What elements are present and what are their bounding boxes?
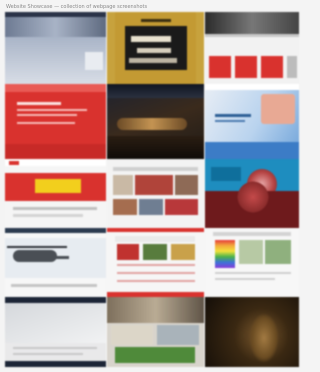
- thumbnail-dark-landscape-site[interactable]: [107, 84, 204, 159]
- thumbnail-grid: [5, 12, 299, 369]
- thumbnail-red-news-site[interactable]: [107, 228, 204, 297]
- thumbnail-sculpture-photo-site[interactable]: [205, 297, 299, 367]
- thumbnail-city-hero-site[interactable]: [5, 12, 106, 84]
- page-caption: Website Showcase — collection of webpage…: [6, 4, 148, 10]
- thumbnail-red-landing-site[interactable]: [5, 84, 106, 159]
- thumbnail-blue-product-site[interactable]: [205, 84, 299, 159]
- thumbnail-black-gold-brand-site[interactable]: [107, 12, 204, 84]
- thumbnail-collage-blog-site[interactable]: [107, 297, 204, 367]
- thumbnail-red-cards-grid-site[interactable]: [205, 12, 299, 84]
- thumbnail-rainbow-flag-site[interactable]: [205, 228, 299, 297]
- thumbnail-yellow-banner-site[interactable]: [5, 159, 106, 228]
- thumbnail-virus-banner-site[interactable]: [205, 159, 299, 228]
- thumbnail-desk-hero-site[interactable]: [5, 297, 106, 367]
- thumbnail-helicopter-site[interactable]: [5, 228, 106, 297]
- thumbnail-photo-mosaic-site[interactable]: [107, 159, 204, 228]
